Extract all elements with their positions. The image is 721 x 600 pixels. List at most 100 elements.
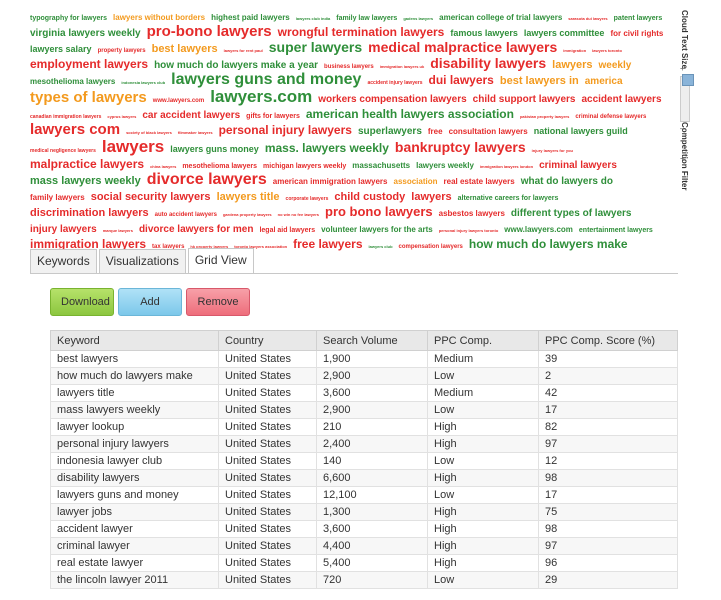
table-row[interactable]: personal injury lawyers United States 2,40… <box>50 435 678 453</box>
tab-keywords[interactable]: Keywords <box>30 249 97 273</box>
cloud-keyword[interactable]: best lawyers <box>152 44 218 55</box>
cloud-keyword[interactable]: lawyers salary <box>30 45 92 54</box>
cloud-keyword[interactable]: child support lawyers <box>473 95 576 105</box>
cloud-keyword[interactable]: cyprus lawyers <box>107 115 136 119</box>
cloud-keyword[interactable]: asbestos lawyers <box>439 210 505 218</box>
cloud-keyword[interactable]: criminal defense lawyers <box>575 114 646 120</box>
cloud-keyword[interactable]: gifts for lawyers <box>246 113 300 120</box>
cloud-keyword[interactable]: property lawyers <box>98 48 146 54</box>
cloud-keyword[interactable]: divorce lawyers <box>147 172 267 188</box>
cloud-keyword[interactable]: american college of trial lawyers <box>439 14 562 22</box>
cloud-keyword[interactable]: michigan lawyers weekly <box>263 163 346 170</box>
cloud-keyword[interactable]: discrimination lawyers <box>30 208 149 219</box>
cloud-keyword[interactable]: lawyers without borders <box>113 14 205 22</box>
cloud-keyword[interactable]: mass. lawyers weekly <box>265 142 389 154</box>
table-row[interactable]: the lincoln lawyer 2011 United States 720 L… <box>50 571 678 589</box>
cloud-keyword[interactable]: social security lawyers <box>91 192 211 203</box>
cloud-keyword[interactable]: real estate lawyers <box>444 178 515 186</box>
cloud-keyword[interactable]: employment lawyers <box>30 58 148 70</box>
cloud-keyword[interactable]: pro-bono lawyers <box>147 24 272 39</box>
cloud-keyword[interactable]: medical negligence lawyers <box>30 149 96 154</box>
cloud-keyword[interactable]: lawyers title <box>217 192 280 203</box>
cloud-keyword[interactable]: lawyers guns money <box>170 145 259 154</box>
cloud-keyword[interactable]: china lawyers <box>150 165 176 169</box>
cloud-keyword[interactable]: volunteer lawyers for the arts <box>321 226 433 234</box>
table-row[interactable]: real estate lawyer United States 5,400 High… <box>50 554 678 572</box>
cloud-keyword[interactable]: family lawyers <box>30 194 85 202</box>
cloud-keyword[interactable]: personal injury lawyers <box>219 124 352 136</box>
cloud-keyword[interactable]: legal aid lawyers <box>259 227 315 234</box>
cloud-keyword[interactable]: free <box>428 128 443 136</box>
plus-icon[interactable]: + <box>680 64 685 73</box>
cloud-keyword[interactable]: sarasota dui lawyers <box>568 17 607 21</box>
cloud-keyword[interactable]: alternative careers for lawyers <box>458 195 559 202</box>
cloud-keyword[interactable]: no win no fee lawyers <box>278 213 319 217</box>
tab-visualizations[interactable]: Visualizations <box>98 249 186 273</box>
table-row[interactable]: criminal lawyer United States 4,400 High 97 <box>50 537 678 555</box>
cloud-keyword[interactable]: malpractice lawyers <box>30 158 144 170</box>
cloud-keyword[interactable]: pakistan property lawyers <box>520 115 569 119</box>
cloud-keyword[interactable]: lawyers <box>102 138 164 155</box>
cloud-keyword[interactable]: lawyers for rent paul <box>224 49 263 53</box>
column-header-country[interactable]: Country <box>218 330 317 351</box>
cloud-keyword[interactable]: indonesia lawyers club <box>121 81 165 85</box>
table-row[interactable]: lawyer jobs United States 1,300 High 75 <box>50 503 678 521</box>
add-button[interactable]: Add <box>118 288 182 316</box>
cloud-keyword[interactable]: typography for lawyers <box>30 15 107 22</box>
cloud-keyword[interactable]: bankruptcy lawyers <box>395 140 526 154</box>
cloud-keyword[interactable]: how much do lawyers make a year <box>154 61 318 71</box>
tab-grid-view[interactable]: Grid View <box>187 248 254 273</box>
cloud-keyword[interactable]: mesothelioma lawyers <box>30 78 115 86</box>
cloud-keyword[interactable]: accident lawyers <box>581 95 661 105</box>
cloud-keyword[interactable]: best lawyers in <box>500 76 579 87</box>
cloud-keyword[interactable]: for civil rights <box>610 30 663 38</box>
cloud-keyword[interactable]: super lawyers <box>269 40 362 54</box>
table-row[interactable]: how much do lawyers make United States 2,9… <box>50 367 678 385</box>
cloud-keyword[interactable]: lawyers.com <box>210 88 312 105</box>
cloud-keyword[interactable]: lawyers club india <box>296 17 330 21</box>
cloud-keyword[interactable]: types of lawyers <box>30 90 147 105</box>
cloud-keyword[interactable]: national lawyers guild <box>534 127 628 136</box>
cloud-keyword[interactable]: auto accident lawyers <box>155 212 217 218</box>
cloud-keyword[interactable]: workers compensation lawyers <box>318 95 466 105</box>
column-header-search-volume[interactable]: Search Volume <box>316 330 428 351</box>
cloud-keyword[interactable]: different types of lawyers <box>511 209 632 219</box>
cloud-keyword[interactable]: lawyers <box>552 60 592 71</box>
table-row[interactable]: lawyers guns and money United States 12,10… <box>50 486 678 504</box>
table-row[interactable]: lawyers title United States 3,600 Medium 42 <box>50 384 678 402</box>
cloud-keyword[interactable]: lawyers guns and money <box>171 72 361 88</box>
cloud-keyword[interactable]: immigration lawyers london <box>480 165 533 169</box>
cloud-keyword[interactable]: accident injury lawyers <box>367 81 422 86</box>
cloud-keyword[interactable]: www.lawyers.com <box>153 98 204 104</box>
cloud-keyword[interactable]: association <box>394 178 438 186</box>
cloud-keyword[interactable]: patent lawyers <box>614 15 663 22</box>
table-row[interactable]: disability lawyers United States 6,600 High… <box>50 469 678 487</box>
column-header-ppc-comp[interactable]: PPC Comp. <box>427 330 539 351</box>
cloud-keyword[interactable]: business lawyers <box>324 64 374 70</box>
cloud-keyword[interactable]: injury lawyers for you <box>532 149 573 153</box>
cloud-keyword[interactable]: gardena property lawyers <box>223 213 272 217</box>
cloud-keyword[interactable]: massachusetts <box>352 162 410 170</box>
filter-plus-icon[interactable]: + <box>680 154 685 163</box>
cloud-keyword[interactable]: child custody <box>334 192 405 203</box>
table-row[interactable]: mass lawyers weekly United States 2,900 Low… <box>50 401 678 419</box>
cloud-keyword[interactable]: filmmaker lawyers <box>178 131 213 135</box>
cloud-keyword[interactable]: family law lawyers <box>336 15 397 22</box>
cloud-keyword[interactable]: divorce lawyers for men <box>139 225 254 235</box>
cloud-keyword[interactable]: famous lawyers <box>450 29 518 38</box>
cloud-keyword[interactable]: mass lawyers weekly <box>30 176 141 187</box>
cloud-keyword[interactable]: disability lawyers <box>430 56 546 70</box>
table-row[interactable]: lawyer lookup United States 210 High 82 <box>50 418 678 436</box>
cloud-keyword[interactable]: medical malpractice lawyers <box>368 40 557 54</box>
cloud-keyword[interactable]: personal injury lawyers toronto <box>439 229 499 233</box>
column-header-keyword[interactable]: Keyword <box>50 330 219 351</box>
remove-button[interactable]: Remove <box>186 288 250 316</box>
table-row[interactable]: best lawyers United States 1,900 Medium 39 <box>50 350 678 368</box>
cloud-keyword[interactable]: lawyers <box>411 192 451 203</box>
cloud-keyword[interactable]: lawyers committee <box>524 29 605 38</box>
cloud-keyword[interactable]: what do lawyers do <box>521 177 613 187</box>
cloud-keyword[interactable]: american immigration lawyers <box>273 178 388 186</box>
cloud-keyword[interactable]: lawyers toronto <box>592 49 622 53</box>
table-row[interactable]: indonesia lawyer club United States 140 Low… <box>50 452 678 470</box>
cloud-keyword[interactable]: entertainment lawyers <box>579 227 653 234</box>
